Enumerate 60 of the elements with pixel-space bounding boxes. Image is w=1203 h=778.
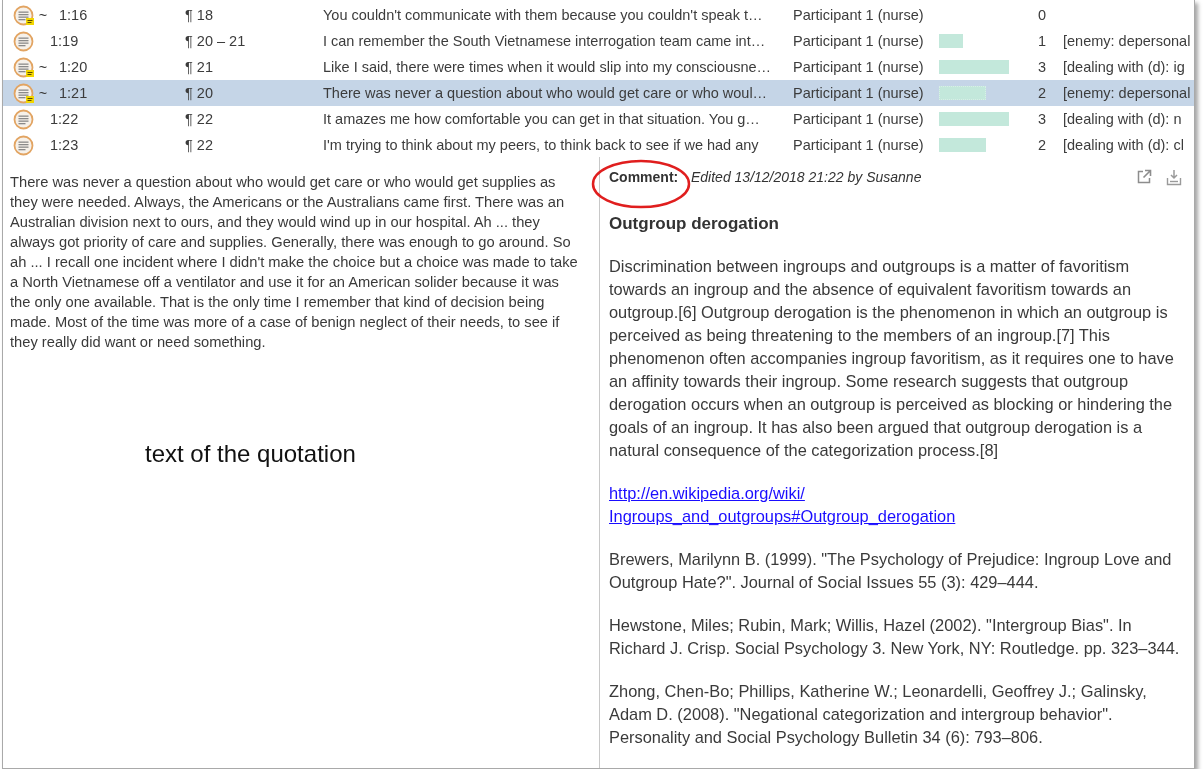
document-name: Participant 1 (nurse) (793, 137, 925, 153)
external-link-icon (1136, 169, 1152, 185)
quotation-icon (13, 108, 34, 130)
quotation-id: 1:16 (59, 7, 88, 23)
quotation-text: I'm trying to think about my peers, to think back to see if we had any (323, 137, 760, 153)
wikipedia-link[interactable]: http://en.wikipedia.org/wiki/ Ingroups_and_outgroups#Outgroup_derogation (609, 482, 956, 528)
paragraph-reference: ¶ 22 (185, 111, 214, 127)
quotation-id: 1:22 (50, 111, 79, 127)
document-name: Participant 1 (nurse) (793, 85, 925, 101)
edit-info: Edited 13/12/2018 21:22 by Susanne (691, 169, 922, 185)
comment-marker: ~ (38, 59, 48, 75)
comment-marker: ~ (38, 85, 48, 101)
download-tray-icon (1166, 168, 1182, 186)
quotation-row[interactable]: ~ 1:21 ¶ 20 There was never a question about who would get care or who woul… Participant 1 (nurse) 2 [enemy: depersonal (3, 80, 1194, 106)
document-name: Participant 1 (nurse) (793, 7, 925, 23)
document-name: Participant 1 (nurse) (793, 33, 925, 49)
code-count: 0 (1038, 7, 1048, 23)
code-list: [dealing with (d): n (1063, 111, 1194, 127)
quotation-row[interactable]: 1:23 ¶ 22 I'm trying to think about my peers, to think back to see if we had any Participant 1 (nurse) 2 [dealing with (d): cl (3, 132, 1194, 158)
quotation-full-text: There was never a question about who would get care or who would get supplies as they were needed. Always, the Americans or the Australians came first. There was an Australian division next to ours, and they would wind up in our hospital. Ah ... they always got priority of care and supplies. Generally, there was enough to go around. So ah ... I recall one incident where I didn't make the choice but a choice was made to take a North Vietnamese off a ventilator and use it for an American solider because it was the only one available. That is the only time I remember that kind of decision being made. Most of the time was more of a case of benign neglect of their needs, to see if they really did want or need something. (10, 173, 579, 352)
comment-paragraph: Hewstone, Miles; Rubin, Mark; Willis, Hazel (2002). "Intergroup Bias". In Richard J. Crisp. Social Psychology 3. New York, NY: Routledge. pp. 323–344. (609, 615, 1181, 659)
quotation-id: 1:20 (59, 59, 88, 75)
quotation-text: It amazes me how comfortable you can get in that situation. You g… (323, 111, 761, 127)
code-list: [dealing with (d): cl (1063, 137, 1194, 153)
document-name: Participant 1 (nurse) (793, 59, 925, 75)
quotation-id: 1:23 (50, 137, 79, 153)
quotation-text: You couldn't communicate with them because you couldn't speak t… (323, 7, 764, 23)
quotation-id: 1:19 (50, 33, 79, 49)
code-count: 3 (1038, 111, 1048, 127)
code-list: [dealing with (d): ig (1063, 59, 1194, 75)
export-button[interactable] (1164, 167, 1184, 187)
quotation-row[interactable]: 1:19 ¶ 20 – 21 I can remember the South Vietnamese interrogation team came int… Participant 1 (nurse) 1 [enemy: depersonal (3, 28, 1194, 54)
code-list: [enemy: depersonal (1063, 85, 1194, 101)
quotation-icon (13, 134, 34, 156)
paragraph-reference: ¶ 18 (185, 7, 214, 23)
callout-label: text of the quotation (145, 440, 356, 468)
quotation-row[interactable]: ~ 1:16 ¶ 18 You couldn't communicate with them because you couldn't speak t… Participant 1 (nurse) 0 (3, 2, 1194, 28)
comment-heading: Outgroup derogation (609, 213, 780, 235)
comment-marker: ~ (38, 7, 48, 23)
quotation-id: 1:21 (59, 85, 88, 101)
paragraph-reference: ¶ 22 (185, 137, 214, 153)
comment-paragraph: Brewers, Marilynn B. (1999). "The Psychology of Prejudice: Ingroup Love and Outgroup Hate?". Journal of Social Issues 55 (3): 429–444. (609, 549, 1173, 593)
paragraph-reference: ¶ 20 (185, 85, 214, 101)
quotation-text: I can remember the South Vietnamese interrogation team came int… (323, 33, 767, 49)
comment-paragraph: Zhong, Chen-Bo; Phillips, Katherine W.; Leonardelli, Geoffrey J.; Galinsky, Adam D. (2008). "Negational categorization and intergroup behavior". Personality and Social Psychology Bulletin 34 (6): 793–806. (609, 681, 1148, 748)
code-list: [enemy: depersonal (1063, 33, 1194, 49)
quotation-text: Like I said, there were times when it would slip into my consciousne… (323, 59, 773, 75)
code-count: 3 (1038, 59, 1048, 75)
code-count: 2 (1038, 85, 1048, 101)
quotation-text: There was never a question about who would get care or who woul… (323, 85, 769, 101)
quotation-row[interactable]: ~ 1:20 ¶ 21 Like I said, there were times when it would slip into my consciousne… Participant 1 (nurse) 3 [dealing with (d): ig (3, 54, 1194, 80)
comment-paragraph: Discrimination between ingroups and outgroups is a matter of favoritism towards an ingroup and the absence of equivalent favoritism towards an outgroup.[6] Outgroup derogation is the phenomenon in which an outgroup is perceived as being threatening to the members of an ingroup.[7] This phenomenon often accompanies ingroup favoritism, as it requires one to have an affinity towards their ingroup. Some research suggests that outgroup derogation occurs when an outgroup is perceived as blocking or hindering the goals of an ingroup. It has also been argued that outgroup derogation is a natural consequence of the categorization process.[8] (609, 256, 1175, 461)
paragraph-reference: ¶ 21 (185, 59, 214, 75)
comment-label: Comment: (609, 169, 679, 185)
code-count: 1 (1038, 33, 1048, 49)
quotation-row[interactable]: 1:22 ¶ 22 It amazes me how comfortable you can get in that situation. You g… Participant 1 (nurse) 3 [dealing with (d): n (3, 106, 1194, 132)
quotation-icon (13, 30, 34, 52)
paragraph-reference: ¶ 20 – 21 (185, 33, 247, 49)
code-count: 2 (1038, 137, 1048, 153)
document-name: Participant 1 (nurse) (793, 111, 925, 127)
